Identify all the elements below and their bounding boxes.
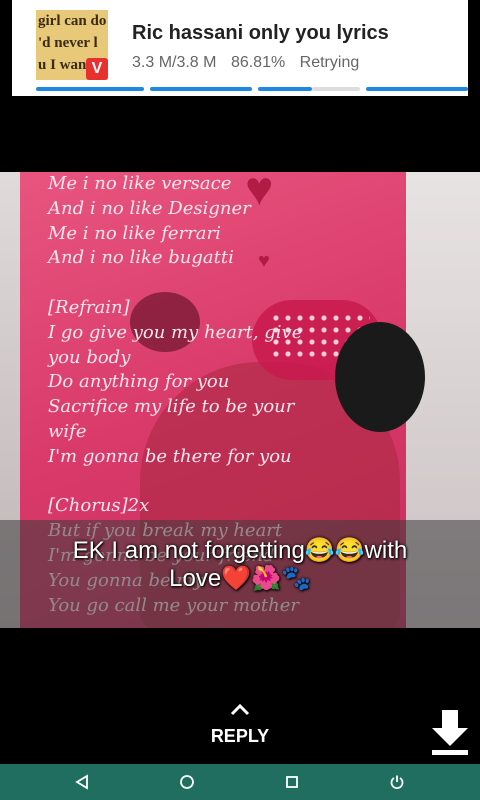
- notification-thumbnail: girl can do 'd never l u I want, w V: [36, 10, 108, 80]
- back-triangle-icon[interactable]: [58, 764, 106, 800]
- reply-button[interactable]: REPLY: [0, 726, 480, 747]
- status-image[interactable]: ♥ ♥ Me i no like versace And i no like D…: [0, 172, 480, 628]
- download-icon[interactable]: [428, 708, 472, 756]
- download-percent: 86.81%: [230, 54, 286, 71]
- app-badge-icon: V: [86, 58, 108, 80]
- caption-line: EK I am not forgetting😂😂with: [72, 537, 408, 564]
- caption-line: Love❤️🌺🐾: [169, 565, 311, 592]
- progress-segment: [366, 87, 468, 91]
- progress-segment: [36, 87, 144, 91]
- download-notification[interactable]: girl can do 'd never l u I want, w V Ric…: [12, 0, 468, 96]
- progress-track: [312, 87, 360, 91]
- navigation-bar: [0, 764, 480, 800]
- download-state: Retrying: [299, 54, 360, 71]
- recents-square-icon[interactable]: [268, 764, 316, 800]
- illustration-ear: [335, 322, 425, 432]
- power-icon[interactable]: [373, 764, 421, 800]
- chevron-up-icon[interactable]: [228, 700, 252, 718]
- download-size: 3.3 M/3.8 M: [132, 54, 217, 71]
- progress-segment: [258, 87, 312, 91]
- progress-segment: [150, 87, 252, 91]
- status-caption: EK I am not forgetting😂😂with Love❤️🌺🐾: [0, 537, 480, 593]
- notification-title: Ric hassani only you lyrics: [132, 22, 389, 44]
- notification-status: 3.3 M/3.8 M 86.81% Retrying: [132, 54, 369, 72]
- home-circle-icon[interactable]: [163, 764, 211, 800]
